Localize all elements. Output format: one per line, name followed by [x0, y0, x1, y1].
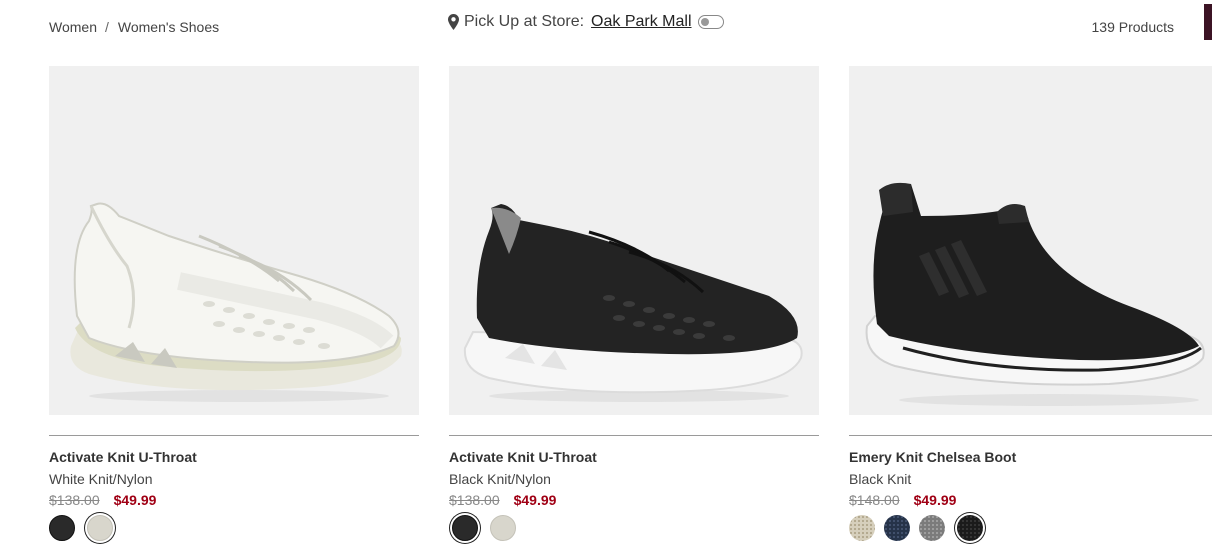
product-color: White Knit/Nylon	[49, 471, 153, 487]
accent-bar	[1204, 4, 1212, 40]
swatch-grey[interactable]	[919, 515, 945, 541]
original-price: $138.00	[449, 492, 500, 508]
sale-price: $49.99	[513, 492, 557, 508]
product-color: Black Knit/Nylon	[449, 471, 551, 487]
product-image[interactable]	[449, 66, 819, 415]
product-count: 139 Products	[1091, 19, 1175, 35]
breadcrumb-current[interactable]: Women's Shoes	[118, 19, 219, 35]
product-name[interactable]: Emery Knit Chelsea Boot	[849, 449, 1212, 465]
breadcrumb: Women / Women's Shoes	[49, 19, 219, 35]
pickup-label: Pick Up at Store:	[464, 13, 585, 30]
original-price: $138.00	[49, 492, 100, 508]
sale-price: $49.99	[113, 492, 157, 508]
pickup-at-store: Pick Up at Store: Oak Park Mall	[448, 13, 724, 31]
map-pin-icon	[448, 14, 459, 30]
card-divider	[449, 435, 819, 436]
product-color: Black Knit	[849, 471, 912, 487]
color-swatches	[49, 515, 419, 541]
product-name[interactable]: Activate Knit U-Throat	[449, 449, 819, 465]
color-swatches	[449, 515, 819, 541]
sale-price: $49.99	[913, 492, 957, 508]
pickup-toggle[interactable]	[697, 15, 724, 29]
swatch-black-selected[interactable]	[452, 515, 478, 541]
card-divider	[49, 435, 419, 436]
product-card[interactable]: Emery Knit Chelsea Boot Black Knit $148.…	[849, 66, 1212, 541]
swatch-black[interactable]	[49, 515, 75, 541]
swatch-cream-selected[interactable]	[87, 515, 113, 541]
store-link[interactable]: Oak Park Mall	[591, 13, 691, 31]
product-prices: $148.00 $49.99	[849, 492, 1212, 508]
breadcrumb-separator: /	[104, 19, 109, 35]
toggle-knob	[700, 18, 709, 26]
color-swatches	[849, 515, 1212, 541]
product-prices: $138.00 $49.99	[49, 492, 419, 508]
listing-header: Women / Women's Shoes Pick Up at Store: …	[0, 0, 1212, 55]
swatch-cream[interactable]	[490, 515, 516, 541]
product-card[interactable]: Activate Knit U-Throat White Knit/Nylon …	[49, 66, 419, 541]
product-image[interactable]	[49, 66, 419, 415]
card-divider	[849, 435, 1212, 436]
original-price: $148.00	[849, 492, 900, 508]
product-prices: $138.00 $49.99	[449, 492, 819, 508]
product-image[interactable]	[849, 66, 1212, 415]
product-name[interactable]: Activate Knit U-Throat	[49, 449, 419, 465]
product-card[interactable]: Activate Knit U-Throat Black Knit/Nylon …	[449, 66, 819, 541]
breadcrumb-women-link[interactable]: Women	[49, 19, 97, 35]
swatch-black-selected[interactable]	[957, 515, 983, 541]
white-sneaker-image	[70, 202, 402, 402]
black-sneaker-image	[463, 204, 803, 402]
swatch-tan[interactable]	[849, 515, 875, 541]
black-chelsea-boot-image	[865, 182, 1205, 406]
swatch-navy[interactable]	[884, 515, 910, 541]
